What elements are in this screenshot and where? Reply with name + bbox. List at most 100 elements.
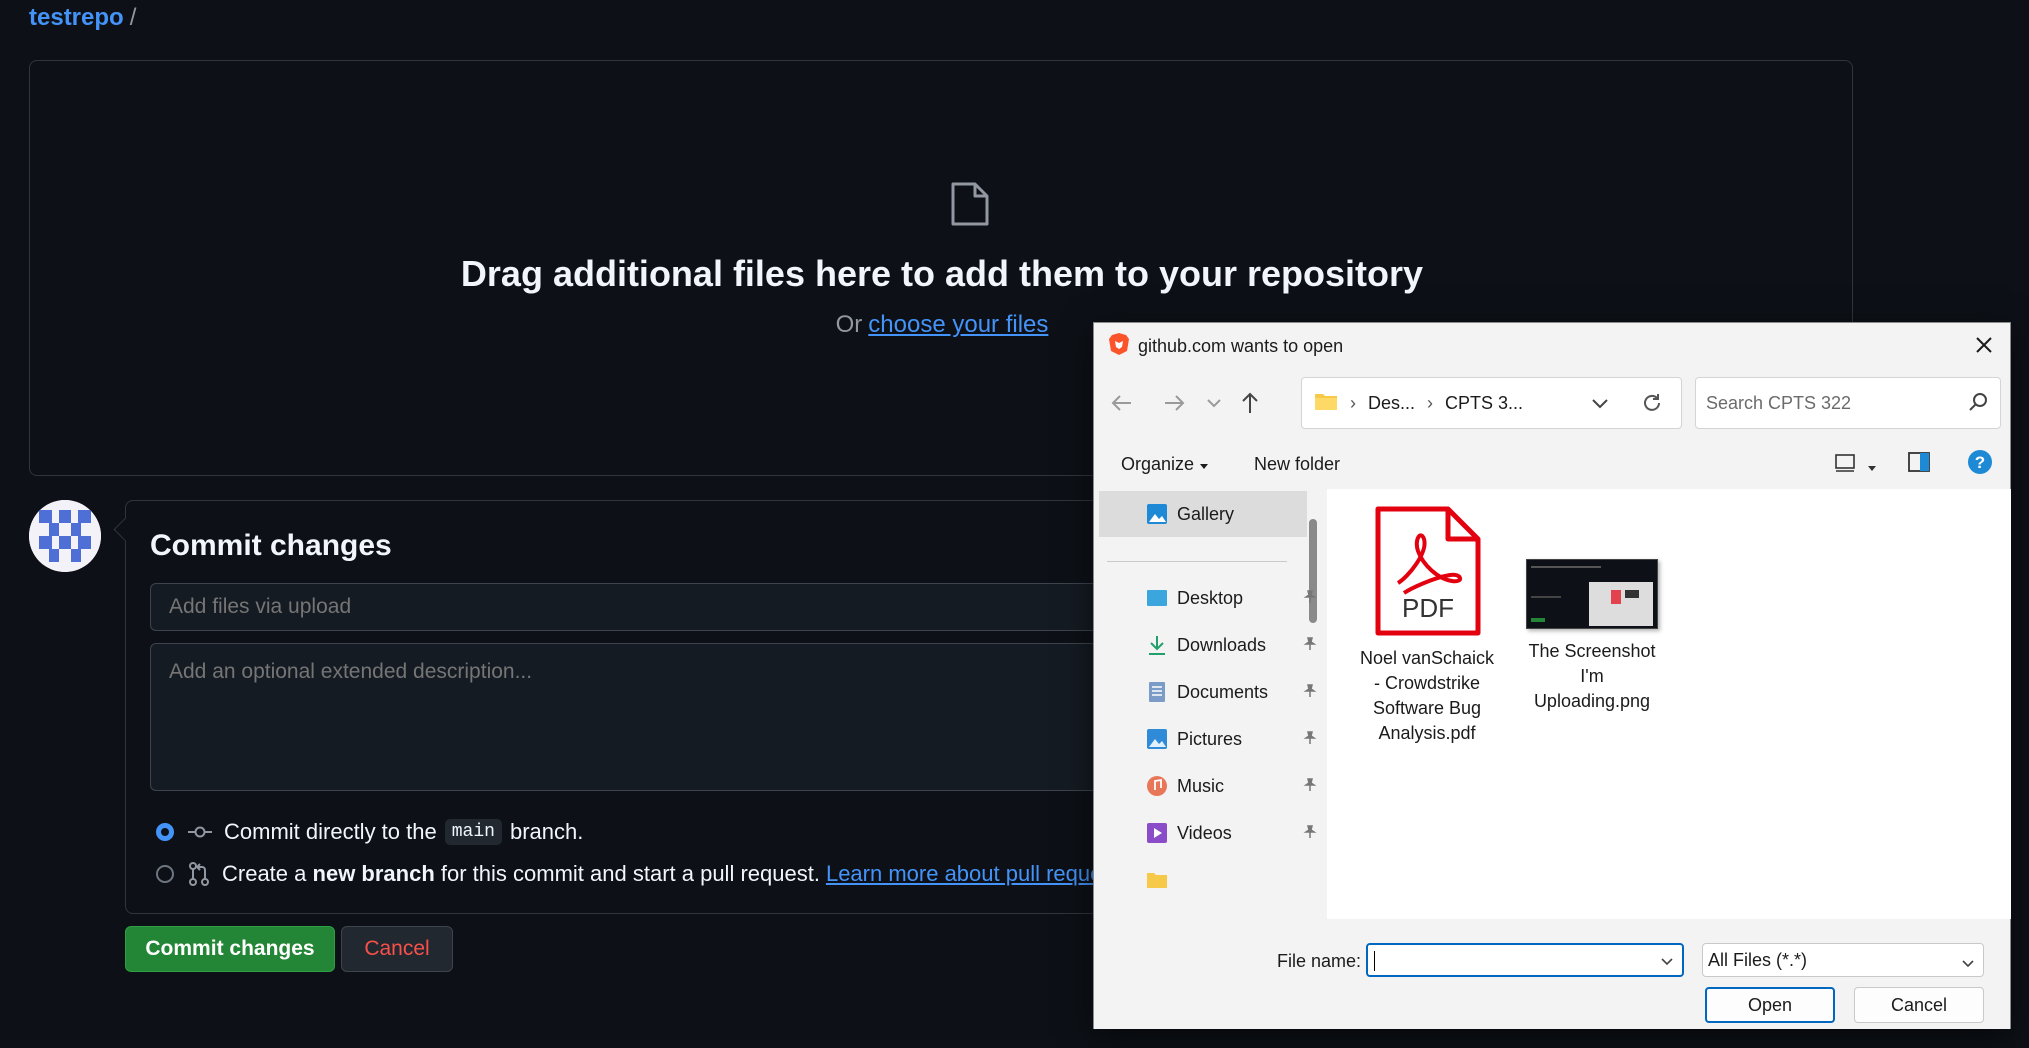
file-item-pdf[interactable]: PDF Noel vanSchaick - Crowdstrike Softwa… xyxy=(1357,505,1497,746)
file-item-png[interactable]: The Screenshot I'm Uploading.png xyxy=(1522,505,1662,714)
forward-arrow-icon[interactable] xyxy=(1160,389,1188,417)
file-name-dropdown-icon[interactable] xyxy=(1660,954,1674,972)
nav-label-downloads: Downloads xyxy=(1177,634,1267,655)
dialog-cancel-button[interactable]: Cancel xyxy=(1854,987,1984,1023)
nav-divider xyxy=(1107,561,1287,562)
recent-locations-chevron-icon[interactable] xyxy=(1200,389,1228,417)
breadcrumb-chevron-icon: › xyxy=(1350,392,1356,413)
address-dropdown-icon[interactable] xyxy=(1591,394,1609,415)
nav-item-desktop[interactable]: Desktop xyxy=(1145,583,1323,613)
git-pull-request-icon xyxy=(188,862,210,886)
commit-direct-suffix: branch. xyxy=(509,819,584,844)
nav-label-videos: Videos xyxy=(1177,822,1232,843)
nav-item-music[interactable]: Music xyxy=(1145,771,1323,801)
help-icon[interactable]: ? xyxy=(1967,449,1993,480)
branch-name: main xyxy=(444,819,502,845)
documents-icon xyxy=(1145,680,1169,704)
file-name-line: Software Bug xyxy=(1372,698,1482,718)
dropzone-title: Drag additional files here to add them t… xyxy=(460,253,1424,294)
choose-files-link[interactable]: choose your files xyxy=(868,311,1048,338)
pdf-label: PDF xyxy=(1402,593,1454,623)
gallery-icon xyxy=(1145,502,1169,526)
avatar[interactable] xyxy=(29,500,101,572)
open-button[interactable]: Open xyxy=(1705,987,1835,1023)
organize-label: Organize xyxy=(1121,454,1195,474)
pictures-icon xyxy=(1145,727,1169,751)
file-open-dialog: github.com wants to open › Des... › CPTS… xyxy=(1093,322,2011,1029)
new-folder-button[interactable]: New folder xyxy=(1254,454,1340,475)
nav-label-gallery: Gallery xyxy=(1177,503,1235,524)
file-name-line: - Crowdstrike xyxy=(1373,673,1480,693)
file-name-line: Analysis.pdf xyxy=(1378,723,1476,743)
nav-item-partial-folder[interactable] xyxy=(1145,865,1323,895)
git-commit-icon xyxy=(188,824,212,840)
file-type-value: All Files (*.*) xyxy=(1708,950,1808,970)
commit-title: Commit changes xyxy=(150,529,392,562)
back-arrow-icon[interactable] xyxy=(1108,389,1136,417)
music-icon xyxy=(1145,774,1169,798)
nav-item-pictures[interactable]: Pictures xyxy=(1145,724,1323,754)
nav-item-videos[interactable]: Videos xyxy=(1145,818,1323,848)
refresh-icon[interactable] xyxy=(1641,392,1663,419)
organize-menu[interactable]: Organize xyxy=(1121,454,1209,475)
close-icon[interactable] xyxy=(1970,331,1998,359)
desktop-icon xyxy=(1145,586,1169,610)
cancel-button[interactable]: Cancel xyxy=(341,926,453,972)
nav-item-downloads[interactable]: Downloads xyxy=(1145,630,1323,660)
address-crumb-1[interactable]: Des... xyxy=(1368,393,1415,414)
pin-icon xyxy=(1303,729,1317,750)
new-branch-prefix: Create a xyxy=(222,861,307,886)
file-name-input[interactable] xyxy=(1366,943,1684,977)
nav-item-gallery[interactable]: Gallery xyxy=(1145,499,1323,529)
dialog-footer: File name: All Files (*.*) Open Cancel xyxy=(1094,919,2010,1029)
breadcrumb-separator: / xyxy=(129,4,137,31)
brave-browser-icon xyxy=(1108,332,1130,361)
commit-changes-button[interactable]: Commit changes xyxy=(125,926,335,972)
repo-link[interactable]: testrepo xyxy=(29,4,124,31)
new-branch-bold: new branch xyxy=(312,861,435,886)
view-dropdown-icon[interactable] xyxy=(1867,459,1877,477)
help-glyph: ? xyxy=(1975,453,1985,472)
pdf-icon: PDF xyxy=(1372,506,1482,643)
pin-icon xyxy=(1303,588,1317,609)
pin-icon xyxy=(1303,682,1317,703)
folder-icon xyxy=(1314,391,1338,416)
pin-icon xyxy=(1303,776,1317,797)
dialog-title: github.com wants to open xyxy=(1138,335,1344,356)
file-name-line: I'm xyxy=(1580,666,1604,686)
new-branch-suffix: for this commit and start a pull request… xyxy=(440,861,820,886)
search-icon xyxy=(1968,392,1988,417)
organize-dropdown-icon xyxy=(1199,454,1209,474)
file-list: PDF Noel vanSchaick - Crowdstrike Softwa… xyxy=(1327,489,2011,919)
dialog-titlebar: github.com wants to open xyxy=(1108,332,1344,361)
learn-more-link[interactable]: Learn more about pull requests. xyxy=(826,861,1137,887)
nav-item-documents[interactable]: Documents xyxy=(1145,677,1323,707)
or-text: Or xyxy=(835,311,863,338)
up-arrow-icon[interactable] xyxy=(1236,389,1264,417)
new-branch-option[interactable]: Create a new branch for this commit and … xyxy=(156,861,1137,887)
nav-label-pictures: Pictures xyxy=(1177,728,1243,749)
commit-direct-option[interactable]: Commit directly to the main branch. xyxy=(156,819,583,845)
file-name-line: The Screenshot xyxy=(1528,641,1656,661)
file-name-line: Uploading.png xyxy=(1533,691,1651,711)
preview-pane-icon[interactable] xyxy=(1907,451,1931,478)
videos-icon xyxy=(1145,821,1169,845)
commit-direct-radio[interactable] xyxy=(156,823,174,841)
nav-label-desktop: Desktop xyxy=(1177,587,1244,608)
breadcrumb: testrepo / xyxy=(29,4,136,32)
file-type-select[interactable]: All Files (*.*) xyxy=(1702,943,1984,977)
search-box[interactable]: Search CPTS 322 xyxy=(1695,377,2001,429)
new-branch-radio[interactable] xyxy=(156,865,174,883)
folder-icon xyxy=(1145,868,1169,892)
nav-label-documents: Documents xyxy=(1177,681,1269,702)
downloads-icon xyxy=(1145,633,1169,657)
address-crumb-2[interactable]: CPTS 3... xyxy=(1445,393,1523,414)
breadcrumb-chevron-icon: › xyxy=(1427,392,1434,413)
search-placeholder: Search CPTS 322 xyxy=(1706,393,1852,413)
address-bar[interactable]: › Des... › CPTS 3... xyxy=(1301,377,1682,429)
file-name-label: File name: xyxy=(1277,951,1362,971)
file-name-line: Noel vanSchaick xyxy=(1359,648,1495,668)
file-type-dropdown-icon xyxy=(1961,953,1975,974)
view-options-icon[interactable] xyxy=(1834,451,1856,478)
text-caret xyxy=(1374,951,1375,971)
